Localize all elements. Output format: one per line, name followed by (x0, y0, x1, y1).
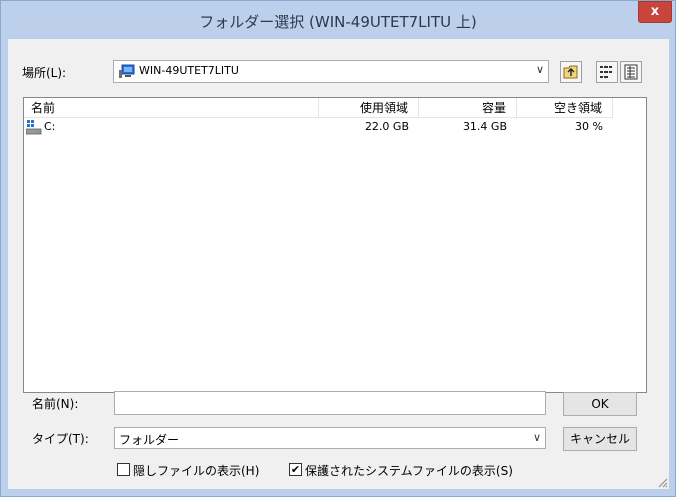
location-combo[interactable]: WIN-49UTET7LITU ∨ (113, 60, 549, 83)
column-header-capacity[interactable]: 容量 (419, 98, 517, 118)
checkmark-icon: ✔ (290, 463, 301, 476)
column-header-used[interactable]: 使用領域 (319, 98, 419, 118)
chevron-down-icon[interactable]: ∨ (536, 63, 544, 76)
location-label: 場所(L): (22, 66, 67, 80)
type-label: タイプ(T): (32, 432, 89, 446)
hidden-files-label[interactable]: 隠しファイルの表示(H) (133, 462, 259, 479)
dialog-body: 場所(L): WIN-49UTET7LITU ∨ 名前 使用領域 容量 空き領域… (8, 39, 669, 489)
details-view-button[interactable] (620, 61, 642, 83)
drive-name: C: (44, 120, 56, 133)
list-view-button[interactable] (596, 61, 618, 83)
protected-files-checkbox[interactable]: ✔ (289, 463, 302, 476)
drive-list[interactable]: 名前 使用領域 容量 空き領域 C: 22.0 GB 31.4 GB 30 % (23, 97, 647, 393)
folder-up-button[interactable] (560, 61, 582, 83)
name-label: 名前(N): (32, 397, 79, 411)
folder-select-dialog: フォルダー選択 (WIN-49UTET7LITU 上) x 場所(L): WIN… (0, 0, 676, 497)
folder-up-icon (563, 65, 578, 79)
hidden-files-checkbox[interactable] (117, 463, 130, 476)
chevron-down-icon[interactable]: ∨ (533, 431, 541, 444)
drive-used: 22.0 GB (364, 120, 409, 133)
ok-button[interactable]: OK (563, 392, 637, 416)
title-bar: フォルダー選択 (WIN-49UTET7LITU 上) x (1, 1, 675, 39)
window-title: フォルダー選択 (WIN-49UTET7LITU 上) (199, 13, 477, 31)
drive-free: 30 % (575, 120, 603, 133)
column-header-free[interactable]: 空き領域 (517, 98, 613, 118)
type-select-value: フォルダー (119, 433, 180, 447)
drive-icon (26, 120, 42, 135)
type-select[interactable]: フォルダー ∨ (114, 427, 546, 449)
column-header-name[interactable]: 名前 (24, 98, 319, 118)
name-input[interactable] (114, 391, 546, 415)
protected-files-label[interactable]: 保護されたシステムファイルの表示(S) (305, 462, 513, 479)
details-view-icon (624, 64, 638, 80)
resize-grip-icon[interactable] (656, 476, 668, 488)
drive-capacity: 31.4 GB (462, 120, 507, 133)
computer-icon (119, 64, 135, 78)
table-row[interactable]: C: 22.0 GB 31.4 GB 30 % (24, 118, 646, 136)
cancel-button[interactable]: キャンセル (563, 427, 637, 451)
close-button[interactable]: x (638, 1, 672, 23)
list-view-icon (600, 66, 612, 78)
location-value: WIN-49UTET7LITU (139, 64, 239, 77)
